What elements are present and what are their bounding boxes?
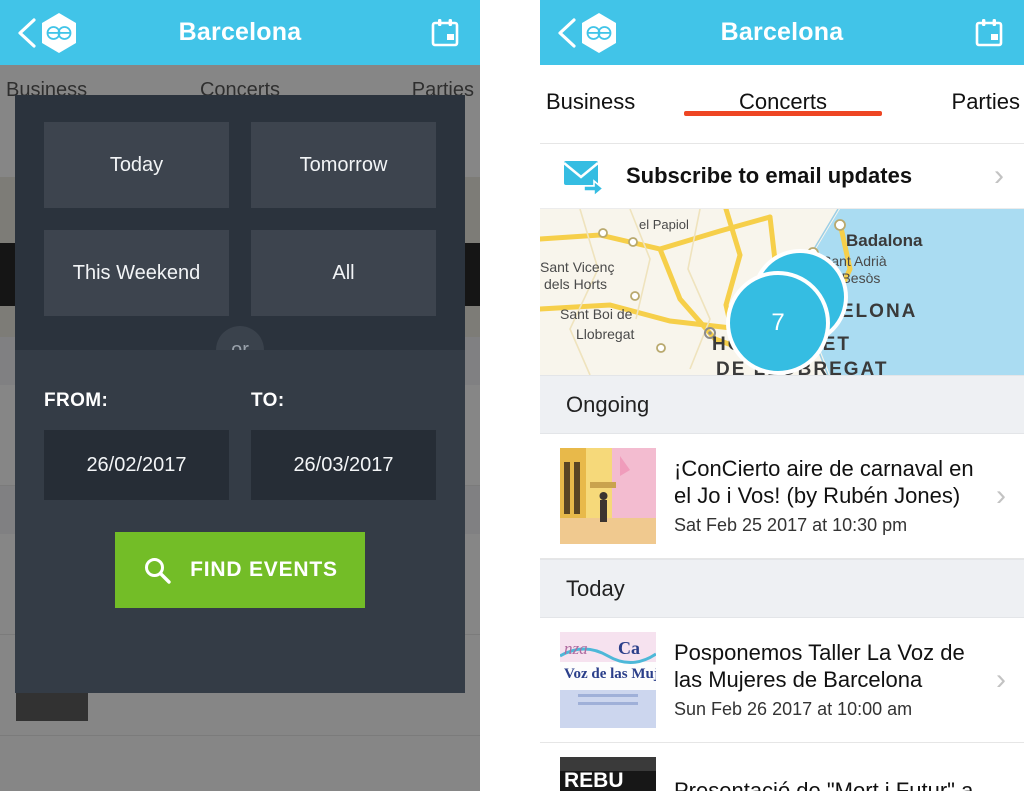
event-title: Posponemos Taller La Voz de las Mujeres … bbox=[674, 640, 965, 692]
map-cluster-marker[interactable]: 7 bbox=[726, 271, 830, 375]
quick-option-tomorrow[interactable]: Tomorrow bbox=[251, 122, 436, 208]
find-events-label: FIND EVENTS bbox=[190, 558, 338, 581]
back-chevron-icon[interactable] bbox=[554, 16, 580, 50]
right-phone-screen: Barcelona Business Concerts Parties Subs… bbox=[540, 0, 1024, 791]
modal-quick-section: Today Tomorrow This Weekend All bbox=[15, 95, 465, 350]
calendar-icon[interactable] bbox=[428, 16, 462, 50]
map-cluster-count: 7 bbox=[771, 309, 785, 336]
svg-text:Voz de las Mujer: Voz de las Mujer bbox=[564, 666, 656, 682]
date-filter-modal: Today Tomorrow This Weekend All or FROM:… bbox=[15, 95, 465, 693]
tab-concerts[interactable]: Concerts bbox=[684, 65, 882, 116]
event-date: Sun Feb 26 2017 at 10:00 am bbox=[674, 698, 913, 719]
email-envelope-icon bbox=[562, 156, 608, 196]
map-label-sant-vicenc: Sant Vicenç bbox=[540, 259, 615, 275]
event-thumbnail bbox=[560, 448, 656, 544]
find-events-button[interactable]: FIND EVENTS bbox=[115, 532, 365, 608]
left-phone-screen: Barcelona Business Concerts Parties Subs… bbox=[0, 0, 480, 791]
map-label-sant-boi: Sant Boi de bbox=[560, 306, 633, 322]
section-header-ongoing: Ongoing bbox=[540, 375, 1024, 434]
app-logo-hexagon-icon[interactable] bbox=[38, 12, 80, 54]
to-label: TO: bbox=[251, 390, 285, 411]
search-magnifier-icon bbox=[142, 555, 172, 585]
quick-option-all[interactable]: All bbox=[251, 230, 436, 316]
map-label-llobregat: Llobregat bbox=[576, 326, 635, 342]
from-date-input[interactable]: 26/02/2017 bbox=[44, 430, 229, 500]
quick-date-options: Today Tomorrow This Weekend All bbox=[44, 122, 436, 316]
svg-text:nza: nza bbox=[564, 639, 588, 658]
event-title: Presentació de "Mort i Futur" a Barcelon… bbox=[674, 778, 974, 791]
svg-text:REBU: REBU bbox=[564, 769, 624, 791]
map-label-badalona: Badalona bbox=[846, 231, 923, 250]
quick-option-this-weekend[interactable]: This Weekend bbox=[44, 230, 229, 316]
map-label-el-papiol: el Papiol bbox=[639, 217, 689, 232]
app-logo-hexagon-icon[interactable] bbox=[578, 12, 620, 54]
event-thumbnail: nza Ca Voz de las Mujer bbox=[560, 632, 656, 728]
screenshot-stage: Barcelona Business Concerts Parties Subs… bbox=[0, 0, 1024, 791]
event-row[interactable]: REBU REBUIG Presentació de "Mort i Futur… bbox=[540, 743, 1024, 791]
event-date: Sat Feb 25 2017 at 10:30 pm bbox=[674, 514, 908, 535]
modal-range-section: FROM: TO: 26/02/2017 26/03/2017 FIND EVE… bbox=[15, 350, 465, 693]
calendar-icon[interactable] bbox=[972, 16, 1006, 50]
quick-option-today[interactable]: Today bbox=[44, 122, 229, 208]
svg-text:Ca: Ca bbox=[618, 638, 640, 658]
tab-business[interactable]: Business bbox=[540, 65, 704, 115]
tab-business-label: Business bbox=[546, 89, 636, 114]
event-row[interactable]: nza Ca Voz de las Mujer Posponemos Talle… bbox=[540, 618, 1024, 743]
chevron-right-icon: › bbox=[996, 663, 1006, 696]
event-thumbnail: REBU REBUIG bbox=[560, 757, 656, 791]
chevron-right-icon: › bbox=[994, 159, 1004, 192]
from-label: FROM: bbox=[44, 390, 109, 411]
category-tabs: Business Concerts Parties bbox=[540, 65, 1024, 144]
right-top-bar: Barcelona bbox=[540, 0, 1024, 65]
event-row[interactable]: ¡ConCierto aire de carnaval en el Jo i V… bbox=[540, 434, 1024, 559]
back-chevron-icon[interactable] bbox=[14, 16, 40, 50]
section-header-today: Today bbox=[540, 559, 1024, 618]
active-tab-underline bbox=[684, 111, 882, 116]
tab-parties[interactable]: Parties bbox=[862, 65, 1024, 115]
subscribe-row[interactable]: Subscribe to email updates › bbox=[540, 144, 1024, 209]
subscribe-label: Subscribe to email updates bbox=[626, 163, 913, 188]
left-top-bar: Barcelona bbox=[0, 0, 480, 65]
events-map[interactable]: el Papiol Badalona Sant Vicenç dels Hort… bbox=[540, 209, 1024, 375]
to-date-input[interactable]: 26/03/2017 bbox=[251, 430, 436, 500]
tab-parties-label: Parties bbox=[951, 89, 1020, 114]
event-title: ¡ConCierto aire de carnaval en el Jo i V… bbox=[674, 456, 974, 508]
map-label-dels-horts: dels Horts bbox=[544, 276, 608, 292]
chevron-right-icon: › bbox=[996, 479, 1006, 512]
